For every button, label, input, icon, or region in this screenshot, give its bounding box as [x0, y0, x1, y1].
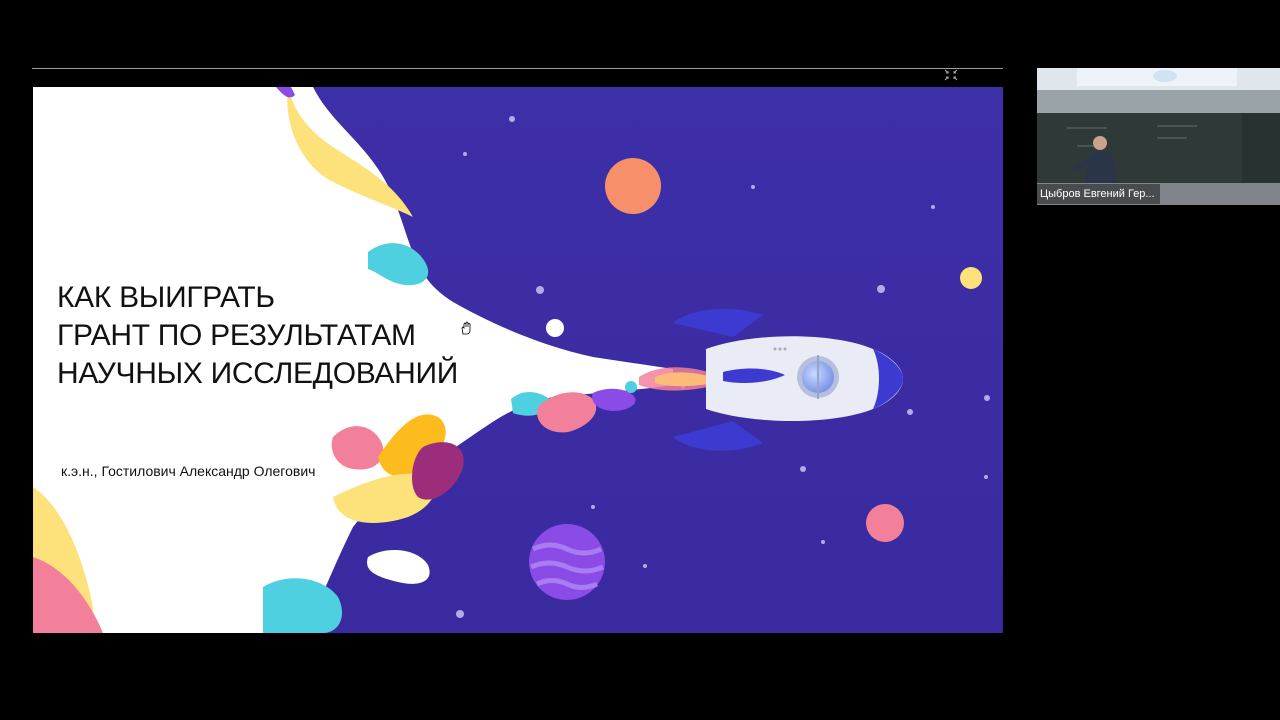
slide-title-line: НАУЧНЫХ ИССЛЕДОВАНИЙ	[57, 357, 459, 390]
screen-share-top-border	[32, 68, 1003, 69]
participant-name-label: Цыбров Евгений Гер...	[1037, 184, 1160, 204]
cyan-dot	[625, 381, 637, 393]
slide-title: КАК ВЫИГРАТЬ ГРАНТ ПО РЕЗУЛЬТАТАМ НАУЧНЫ…	[57, 279, 458, 393]
planet-white	[546, 319, 564, 337]
presentation-slide: КАК ВЫИГРАТЬ ГРАНТ ПО РЕЗУЛЬТАТАМ НАУЧНЫ…	[33, 87, 1003, 633]
planet-orange	[605, 158, 661, 214]
planet-yellow	[960, 267, 982, 289]
slide-author: к.э.н., Гостилович Александр Олегович	[61, 463, 316, 479]
collapse-arrows-icon[interactable]	[943, 69, 959, 81]
slide-title-line: КАК ВЫИГРАТЬ	[57, 281, 275, 314]
hand-cursor-icon	[461, 321, 471, 335]
planet-pink	[866, 504, 904, 542]
slide-title-line: ГРАНТ ПО РЕЗУЛЬТАТАМ	[57, 319, 416, 352]
planet-purple	[529, 524, 605, 600]
